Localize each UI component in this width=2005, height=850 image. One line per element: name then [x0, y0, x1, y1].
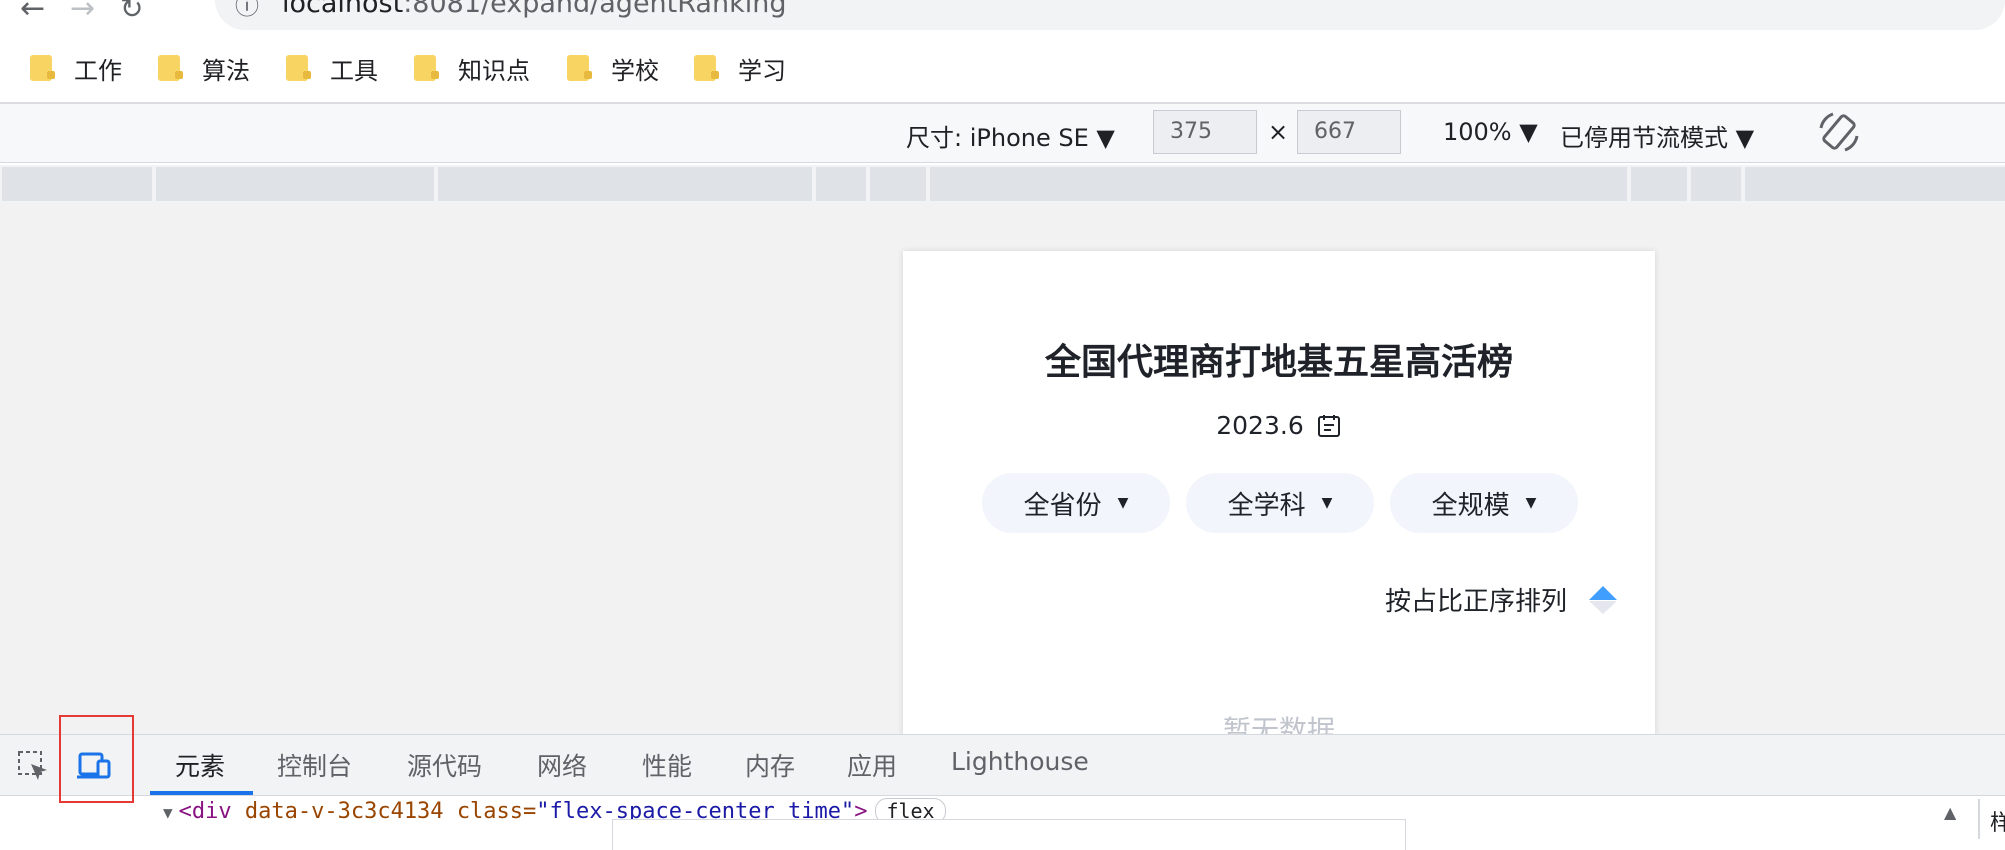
bookmark-folder[interactable]: 算法	[158, 52, 250, 85]
folder-icon	[414, 55, 439, 81]
active-tab-indicator	[150, 791, 253, 795]
ruler-segment[interactable]	[816, 167, 866, 201]
empty-state: 暂无数据	[1222, 714, 1335, 734]
province-filter[interactable]: 全省份 ▼	[982, 473, 1170, 533]
tab-application[interactable]: 应用	[847, 747, 897, 783]
forward-icon[interactable]: →	[70, 0, 95, 24]
folder-icon	[158, 55, 183, 81]
ruler-segment[interactable]	[1745, 167, 2005, 201]
height-input[interactable]: 667	[1297, 110, 1401, 154]
browser-toolbar: ← → ↻ ⓘ localhost:8081/expand/agentRanki…	[0, 0, 2005, 30]
tab-lighthouse[interactable]: Lighthouse	[951, 747, 1089, 776]
filter-row: 全省份 ▼ 全学科 ▼ 全规模 ▼	[982, 473, 1578, 533]
scale-filter[interactable]: 全规模 ▼	[1390, 473, 1578, 533]
sort-label: 按占比正序排列	[1384, 587, 1567, 617]
tab-sources[interactable]: 源代码	[407, 747, 482, 783]
tooltip	[612, 819, 1406, 850]
bookmark-folder[interactable]: 工作	[30, 52, 122, 85]
subject-filter[interactable]: 全学科 ▼	[1186, 473, 1374, 533]
caret-down-icon: ▼	[1525, 495, 1537, 511]
bookmark-folder[interactable]: 学习	[694, 52, 786, 85]
inspect-element-icon[interactable]	[16, 749, 50, 783]
site-info-icon[interactable]: ⓘ	[235, 0, 259, 18]
bookmark-folder[interactable]: 学校	[567, 52, 659, 85]
ruler-segment[interactable]	[930, 167, 1627, 201]
times-sign: ×	[1268, 118, 1289, 146]
bookmark-folder[interactable]: 知识点	[414, 52, 530, 85]
folder-icon	[286, 55, 311, 81]
calendar-icon	[1317, 414, 1340, 437]
date-picker[interactable]: 2023.6	[903, 411, 1655, 440]
tab-memory[interactable]: 内存	[745, 747, 795, 783]
url-text[interactable]: localhost:8081/expand/agentRanking	[282, 0, 786, 18]
devtools-panel: 元素 控制台 源代码 网络 性能 内存 应用 Lighthouse ▼ <div …	[0, 715, 2005, 850]
ruler-segment[interactable]	[870, 167, 926, 201]
back-icon[interactable]: ←	[20, 0, 45, 24]
emulated-viewport: 全国代理商打地基五星高活榜 2023.6 全省份 ▼ 全学科 ▼ 全规模 ▼ 按占比正…	[0, 203, 2005, 734]
panel-divider[interactable]	[1978, 799, 1980, 839]
ruler-segment[interactable]	[1631, 167, 1687, 201]
folder-icon	[567, 55, 592, 81]
device-select[interactable]: 尺寸: iPhone SE ▼	[906, 118, 1115, 153]
throttling-select[interactable]: 已停用节流模式 ▼	[1560, 118, 1754, 153]
caret-down-icon: ▼	[1117, 495, 1129, 511]
caret-down-icon: ▼	[1321, 495, 1333, 511]
ruler-segment[interactable]	[438, 167, 812, 201]
mobile-page: 全国代理商打地基五星高活榜 2023.6 全省份 ▼ 全学科 ▼ 全规模 ▼ 按占比正…	[903, 251, 1655, 734]
rotate-icon[interactable]	[1815, 108, 1863, 156]
zoom-select[interactable]: 100% ▼	[1443, 118, 1538, 146]
media-query-ruler	[0, 165, 2005, 203]
sort-toggle[interactable]: 按占比正序排列	[1385, 581, 1619, 618]
sort-icon	[1589, 585, 1617, 614]
device-toolbar: 尺寸: iPhone SE ▼ 375 × 667 100% ▼ 已停用节流模式…	[0, 104, 2005, 163]
ruler-segment[interactable]	[156, 167, 434, 201]
bookmarks-bar: 工作 算法 工具 知识点 学校 学习	[0, 38, 2005, 96]
page-title: 全国代理商打地基五星高活榜	[1044, 342, 1513, 383]
bookmark-folder[interactable]: 工具	[286, 52, 378, 85]
folder-icon	[694, 55, 719, 81]
tab-network[interactable]: 网络	[537, 747, 587, 783]
highlight-annotation	[59, 715, 134, 803]
folder-icon	[30, 55, 55, 81]
ruler-segment[interactable]	[2, 167, 152, 201]
styles-pane-label[interactable]: 样	[1990, 805, 2005, 837]
tab-console[interactable]: 控制台	[277, 747, 352, 783]
devtools-tabbar: 元素 控制台 源代码 网络 性能 内存 应用 Lighthouse	[0, 715, 2005, 803]
ruler-segment[interactable]	[1691, 167, 1741, 201]
expand-caret-icon[interactable]: ▼	[163, 803, 173, 822]
date-label: 2023.6	[1216, 411, 1304, 440]
tab-performance[interactable]: 性能	[642, 747, 692, 783]
width-input[interactable]: 375	[1153, 110, 1257, 154]
reload-icon[interactable]: ↻	[120, 0, 143, 24]
scroll-up-icon[interactable]: ▲	[1944, 803, 1956, 822]
tab-elements[interactable]: 元素	[175, 747, 225, 783]
